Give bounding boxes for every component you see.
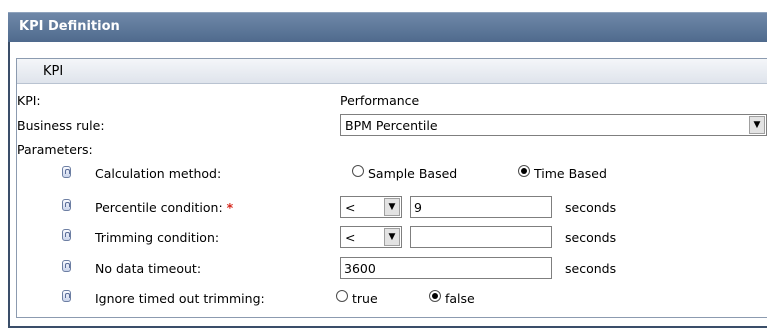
kpi-label: KPI: <box>17 93 41 108</box>
kpi-section-header[interactable]: KPI <box>17 59 767 84</box>
no-data-timeout-label: No data timeout: <box>95 261 202 276</box>
ignore-trimming-false-radio[interactable] <box>429 290 441 302</box>
percentile-condition-label: Percentile condition: * <box>95 200 234 215</box>
percentile-value: 9 <box>414 200 422 215</box>
panel-title: KPI Definition <box>19 19 120 34</box>
ignore-trimming-true-label: true <box>352 291 378 306</box>
calculation-sample-based-radio[interactable] <box>352 165 364 177</box>
trimming-value-input[interactable] <box>410 226 552 248</box>
parameter-info-icon <box>62 260 71 272</box>
no-data-timeout-input[interactable]: 3600 <box>340 257 552 279</box>
kpi-value: Performance <box>340 93 420 108</box>
trimming-condition-label: Trimming condition: <box>95 230 220 245</box>
percentile-units: seconds <box>565 200 617 215</box>
parameter-info-icon <box>62 166 71 178</box>
calculation-time-based-radio[interactable] <box>518 165 530 177</box>
parameter-info-icon <box>62 229 71 241</box>
business-rule-label: Business rule: <box>17 118 105 133</box>
calculation-sample-based-label: Sample Based <box>368 166 458 181</box>
parameter-info-icon <box>62 199 71 211</box>
percentile-value-input[interactable]: 9 <box>410 196 552 218</box>
trimming-operator-value: < <box>345 230 356 245</box>
parameter-info-icon <box>62 290 71 302</box>
panel-title-bar: KPI Definition <box>8 12 767 42</box>
trimming-operator-select[interactable]: < ▼ <box>340 226 402 248</box>
parameters-label: Parameters: <box>17 142 93 157</box>
calculation-time-based-label: Time Based <box>534 166 607 181</box>
trimming-units: seconds <box>565 230 617 245</box>
calculation-method-label: Calculation method: <box>95 166 222 181</box>
percentile-operator-select[interactable]: < ▼ <box>340 196 402 218</box>
chevron-down-icon[interactable]: ▼ <box>384 198 400 216</box>
business-rule-select[interactable]: BPM Percentile ▼ <box>340 114 767 136</box>
no-data-timeout-units: seconds <box>565 261 617 276</box>
percentile-operator-value: < <box>345 200 356 215</box>
ignore-timed-out-trimming-label: Ignore timed out trimming: <box>95 291 265 306</box>
kpi-section-title: KPI <box>43 64 64 79</box>
ignore-trimming-false-label: false <box>445 291 475 306</box>
business-rule-selected: BPM Percentile <box>345 118 438 133</box>
ignore-trimming-true-radio[interactable] <box>336 290 348 302</box>
no-data-timeout-value: 3600 <box>344 261 376 276</box>
chevron-down-icon[interactable]: ▼ <box>749 116 765 134</box>
required-marker: * <box>226 200 234 215</box>
chevron-down-icon[interactable]: ▼ <box>384 228 400 246</box>
